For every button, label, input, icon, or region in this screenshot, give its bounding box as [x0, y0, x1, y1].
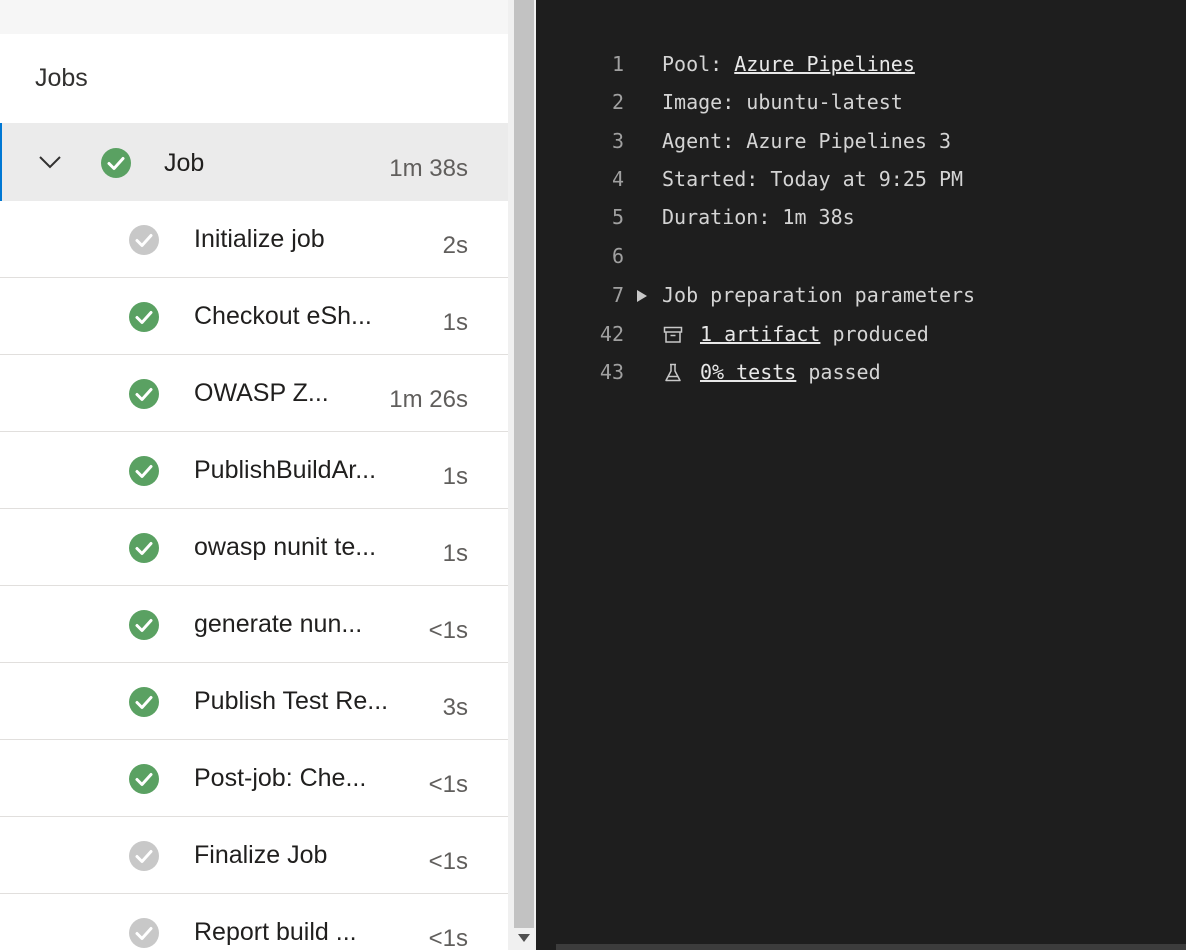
step-row[interactable]: Report build ... <1s	[0, 894, 508, 950]
jobs-scrollbar[interactable]	[508, 0, 536, 950]
step-row[interactable]: generate nun... <1s	[0, 586, 508, 663]
line-text: Agent: Azure Pipelines 3	[662, 129, 951, 153]
line-number: 42	[599, 322, 624, 346]
check-circle-icon	[129, 379, 159, 409]
step-name: OWASP Z...	[194, 379, 329, 407]
line-text: 1 artifact produced	[700, 322, 929, 346]
line-number: 4	[611, 167, 624, 191]
step-duration: <1s	[428, 848, 468, 875]
check-circle-icon	[129, 687, 159, 717]
step-row[interactable]: OWASP Z... 1m 26s	[0, 355, 508, 432]
job-row[interactable]: Job 1m 38s	[0, 123, 508, 201]
caret-right-icon[interactable]	[637, 290, 647, 302]
jobs-panel: Jobs Job 1m 38s Initialize job 2s Checko…	[0, 0, 508, 950]
jobs-header: Jobs	[35, 64, 88, 92]
check-circle-icon	[129, 764, 159, 794]
step-name: generate nun...	[194, 610, 363, 638]
archive-icon	[663, 326, 683, 343]
check-circle-icon	[129, 456, 159, 486]
scroll-thumb[interactable]	[514, 0, 534, 928]
step-list: Initialize job 2s Checkout eSh... 1s OWA…	[0, 201, 508, 950]
scroll-down-arrow-icon[interactable]	[518, 934, 530, 942]
check-circle-icon	[129, 610, 159, 640]
job-duration: 1m 38s	[389, 155, 468, 182]
step-row[interactable]: Post-job: Che... <1s	[0, 740, 508, 817]
check-circle-icon	[129, 302, 159, 332]
step-duration: 1s	[442, 309, 468, 336]
step-duration: 2s	[442, 232, 468, 259]
check-circle-icon	[129, 533, 159, 563]
line-number: 6	[611, 244, 624, 268]
step-row[interactable]: Checkout eSh... 1s	[0, 278, 508, 355]
line-number: 43	[599, 360, 624, 384]
check-circle-icon	[101, 148, 131, 178]
pool-link[interactable]: Azure Pipelines	[734, 52, 915, 76]
chevron-down-icon[interactable]	[38, 150, 62, 174]
tests-suffix: passed	[796, 360, 881, 384]
flask-icon	[665, 363, 681, 382]
line-number: 3	[611, 129, 624, 153]
step-row[interactable]: Initialize job 2s	[0, 201, 508, 278]
check-circle-gray-icon	[129, 918, 159, 948]
line-number: 1	[611, 52, 624, 76]
step-duration: 3s	[442, 694, 468, 721]
line-text: Started: Today at 9:25 PM	[662, 167, 964, 191]
log-horizontal-scrollbar[interactable]	[556, 944, 1186, 950]
step-name: Report build ...	[194, 918, 357, 946]
line-number: 5	[611, 205, 624, 229]
step-duration: <1s	[428, 617, 468, 644]
artifact-suffix: produced	[820, 322, 929, 346]
step-name: PublishBuildAr...	[194, 456, 377, 484]
step-row[interactable]: PublishBuildAr... 1s	[0, 432, 508, 509]
check-circle-gray-icon	[129, 225, 159, 255]
step-duration: <1s	[428, 925, 468, 950]
step-name: Checkout eSh...	[194, 302, 372, 330]
pool-label: Pool:	[662, 52, 735, 76]
job-name: Job	[164, 149, 205, 177]
line-text: Pool: Azure Pipelines	[662, 52, 915, 76]
step-duration: 1m 26s	[389, 386, 468, 413]
log-panel: 1 Pool: Azure Pipelines 2 Image: ubuntu-…	[536, 0, 1186, 950]
step-duration: <1s	[428, 771, 468, 798]
artifact-link[interactable]: 1 artifact	[700, 322, 820, 346]
line-text: Image: ubuntu-latest	[662, 90, 903, 114]
step-name: Post-job: Che...	[194, 764, 367, 792]
line-number: 2	[611, 90, 624, 114]
check-circle-gray-icon	[129, 841, 159, 871]
step-duration: 1s	[442, 463, 468, 490]
step-row[interactable]: Finalize Job <1s	[0, 817, 508, 894]
line-text: 0% tests passed	[700, 360, 881, 384]
step-name: Initialize job	[194, 225, 325, 253]
step-duration: 1s	[442, 540, 468, 567]
line-text: Duration: 1m 38s	[662, 205, 855, 229]
step-row[interactable]: Publish Test Re... 3s	[0, 663, 508, 740]
top-strip	[0, 0, 508, 34]
line-number: 7	[611, 283, 624, 307]
line-text: Job preparation parameters	[662, 283, 976, 307]
step-name: Publish Test Re...	[194, 687, 389, 715]
tests-link[interactable]: 0% tests	[700, 360, 796, 384]
step-name: Finalize Job	[194, 841, 328, 869]
step-row[interactable]: owasp nunit te... 1s	[0, 509, 508, 586]
step-name: owasp nunit te...	[194, 533, 377, 561]
